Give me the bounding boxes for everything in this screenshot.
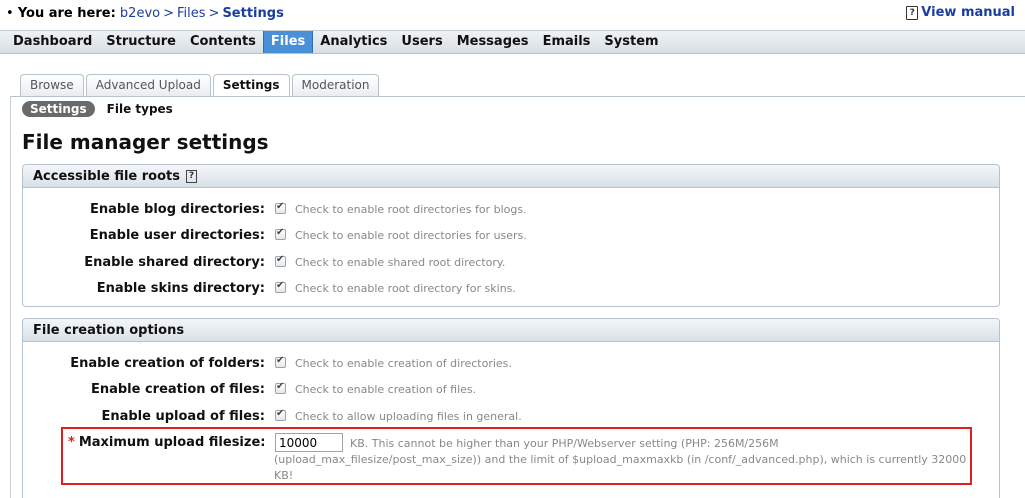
setting-note: Check to enable creation of directories.: [295, 357, 512, 370]
setting-row-skins-dir: Enable skins directory: Check to enable …: [23, 278, 999, 300]
setting-label: Enable upload of files:: [101, 409, 265, 424]
max-upload-note-text: KB. This cannot be higher than your PHP/…: [274, 437, 967, 482]
menu-item-files[interactable]: Files: [262, 31, 314, 53]
breadcrumb-separator: >: [163, 6, 174, 21]
breadcrumb: • You are here: b2evo > Files > Settings: [6, 6, 284, 21]
max-upload-label: * Maximum upload filesize:: [68, 435, 265, 450]
bullet: •: [6, 6, 14, 21]
setting-row-shared-dir: Enable shared directory: Check to enable…: [23, 252, 999, 274]
setting-label: Enable shared directory:: [84, 255, 265, 270]
tab-browse[interactable]: Browse: [20, 74, 84, 96]
help-icon[interactable]: ?: [186, 169, 197, 183]
main-menu: Dashboard Structure Contents Files Analy…: [0, 30, 1025, 54]
breadcrumb-link-b2evo[interactable]: b2evo: [120, 6, 160, 21]
menu-item-system[interactable]: System: [597, 31, 665, 53]
setting-note: Check to enable root directory for skins…: [295, 282, 516, 295]
tab-divider: [10, 96, 1025, 97]
menu-item-contents[interactable]: Contents: [183, 31, 263, 53]
checkbox-create-files[interactable]: [275, 381, 286, 394]
checkbox-upload-files[interactable]: [275, 408, 286, 421]
menu-item-users[interactable]: Users: [394, 31, 449, 53]
view-manual-link[interactable]: ? View manual: [906, 5, 1015, 20]
menu-item-emails[interactable]: Emails: [536, 31, 598, 53]
subtab-settings[interactable]: Settings: [22, 101, 95, 117]
subtab-file-types[interactable]: File types: [103, 101, 177, 117]
fieldset-legend: File creation options: [23, 319, 999, 342]
menu-item-dashboard[interactable]: Dashboard: [6, 31, 99, 53]
breadcrumb-current: Settings: [222, 6, 284, 21]
menu-item-messages[interactable]: Messages: [450, 31, 536, 53]
max-upload-filesize-input[interactable]: [275, 433, 343, 452]
fieldset-legend-label: Accessible file roots: [33, 168, 180, 184]
breadcrumb-link-files[interactable]: Files: [177, 6, 206, 21]
fieldset-file-roots: Accessible file roots ? Enable blog dire…: [22, 164, 1000, 307]
setting-label: Enable skins directory:: [96, 281, 265, 296]
content-border: [10, 96, 11, 498]
required-mark: *: [68, 435, 75, 450]
breadcrumb-separator: >: [208, 6, 220, 21]
fieldset-legend-label: File creation options: [33, 322, 185, 338]
max-upload-note: KB. This cannot be higher than your PHP/…: [274, 436, 974, 484]
menu-item-structure[interactable]: Structure: [99, 31, 183, 53]
page-title: File manager settings: [22, 130, 269, 154]
setting-label: Enable user directories:: [89, 228, 265, 243]
setting-note: Check to enable root directories for blo…: [295, 203, 527, 216]
topbar: • You are here: b2evo > Files > Settings ? V…: [0, 0, 1025, 28]
setting-note: Check to enable root directories for use…: [295, 229, 527, 242]
checkbox-shared-dir[interactable]: [275, 254, 286, 267]
setting-label: Enable creation of files:: [90, 382, 265, 397]
checkbox-user-dirs[interactable]: [275, 227, 286, 240]
tab-settings[interactable]: Settings: [212, 74, 290, 97]
breadcrumb-prefix: You are here:: [17, 6, 116, 21]
setting-label: Enable creation of folders:: [70, 356, 265, 371]
fieldset-legend: Accessible file roots ?: [23, 165, 999, 188]
setting-row-user-dirs: Enable user directories: Check to enable…: [23, 225, 999, 247]
checkbox-blog-dirs[interactable]: [275, 201, 286, 214]
checkbox-create-folders[interactable]: [275, 355, 286, 368]
setting-row-create-files: Enable creation of files: Check to enabl…: [23, 379, 999, 401]
files-tabs: Browse Advanced Upload Settings Moderati…: [20, 74, 380, 97]
checkbox-skins-dir[interactable]: [275, 280, 286, 293]
setting-note: Check to allow uploading files in genera…: [295, 410, 522, 423]
sub-tabs: Settings File types: [22, 101, 177, 117]
tab-advanced-upload[interactable]: Advanced Upload: [85, 74, 211, 96]
setting-row-blog-dirs: Enable blog directories: Check to enable…: [23, 199, 999, 221]
setting-row-create-folders: Enable creation of folders: Check to ena…: [23, 353, 999, 375]
setting-row-upload-files: Enable upload of files: Check to allow u…: [23, 406, 999, 428]
menu-item-analytics[interactable]: Analytics: [313, 31, 394, 53]
setting-note: Check to enable creation of files.: [295, 383, 477, 396]
view-manual-label: View manual: [921, 5, 1015, 20]
tab-moderation[interactable]: Moderation: [291, 74, 380, 96]
manual-book-icon: ?: [906, 5, 919, 20]
max-upload-label-text: Maximum upload filesize:: [78, 435, 266, 450]
setting-note: Check to enable shared root directory.: [295, 256, 506, 269]
setting-label: Enable blog directories:: [90, 202, 265, 217]
